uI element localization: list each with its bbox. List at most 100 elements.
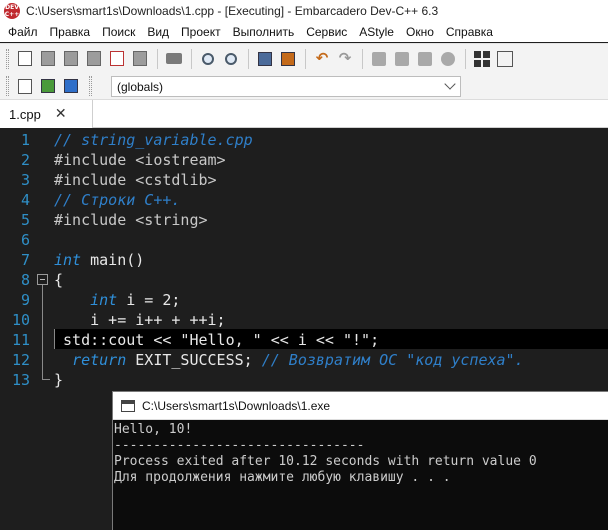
code-line[interactable]: 11 std::cout << "Hello, " << i << "!"; — [0, 330, 608, 350]
console-window[interactable]: C:\Users\smart1s\Downloads\1.exe Hello, … — [112, 391, 608, 530]
toolbar-separator — [465, 48, 466, 69]
menu-edit[interactable]: Правка — [44, 25, 97, 39]
find-icon — [202, 52, 214, 65]
code-line[interactable]: 5 #include <string> — [0, 210, 608, 230]
devcpp-app-icon[interactable]: DEV C++ — [4, 3, 20, 19]
code-token: #include <string> — [54, 211, 208, 229]
fold-collapse-icon[interactable] — [37, 274, 48, 285]
save-all-button[interactable] — [83, 48, 105, 70]
code-token: #include <cstdlib> — [54, 171, 217, 189]
scope-dropdown[interactable]: (globals) — [111, 76, 461, 97]
line-number: 11 — [11, 331, 30, 349]
code-text: std::cout << "Hello, " << i << "!"; — [54, 330, 379, 350]
indent-button[interactable] — [254, 48, 276, 70]
undo-button[interactable]: ↶ — [311, 48, 333, 70]
menu-help[interactable]: Справка — [440, 25, 499, 39]
menu-astyle[interactable]: AStyle — [353, 25, 400, 39]
line-number: 9 — [20, 291, 30, 309]
code-line[interactable]: 10 i += i++ + ++i; — [0, 310, 608, 330]
close-all-button[interactable] — [129, 48, 151, 70]
remove-from-project-icon — [64, 79, 78, 93]
add-to-project-icon — [41, 79, 55, 93]
line-number: 4 — [20, 191, 30, 209]
code-line[interactable]: 1 // string_variable.cpp — [0, 130, 608, 150]
compile-icon — [372, 51, 386, 66]
code-token: #include <iostream> — [54, 151, 226, 169]
code-line[interactable]: 4 // Строки С++. — [0, 190, 608, 210]
toolbar-grip[interactable] — [6, 48, 9, 69]
line-number: 1 — [20, 131, 30, 149]
add-to-project-button[interactable] — [37, 75, 59, 97]
menu-execute[interactable]: Выполнить — [227, 25, 301, 39]
new-file-button[interactable] — [14, 48, 36, 70]
menu-window[interactable]: Окно — [400, 25, 440, 39]
code-token: main() — [81, 251, 145, 269]
compile-button[interactable] — [368, 48, 390, 70]
code-line[interactable]: 9 int i = 2; — [0, 290, 608, 310]
code-text: i += i++ + ++i; — [54, 310, 226, 330]
layout-grid-button[interactable] — [471, 48, 493, 70]
compile-run-icon — [418, 51, 432, 66]
close-icon[interactable]: ✕ — [55, 106, 67, 122]
window-title: C:\Users\smart1s\Downloads\1.cpp - [Exec… — [26, 4, 439, 18]
debug-button[interactable] — [437, 48, 459, 70]
run-button[interactable] — [391, 48, 413, 70]
code-line[interactable]: 3 #include <cstdlib> — [0, 170, 608, 190]
toolbar-grip[interactable] — [6, 76, 9, 96]
redo-button[interactable]: ↷ — [334, 48, 356, 70]
menu-file[interactable]: Файл — [2, 25, 44, 39]
tab-label: 1.cpp — [9, 106, 41, 122]
goto-line-button[interactable] — [277, 48, 299, 70]
code-line[interactable]: 2 #include <iostream> — [0, 150, 608, 170]
toolbar-grip[interactable] — [89, 76, 92, 96]
code-text: int main() — [54, 250, 144, 270]
layout-outline-button[interactable] — [494, 48, 516, 70]
line-number: 12 — [11, 351, 30, 369]
code-line[interactable]: 6 — [0, 230, 608, 250]
close-file-button[interactable] — [106, 48, 128, 70]
code-line[interactable]: 7 int main() — [0, 250, 608, 270]
code-token: int — [54, 251, 82, 269]
code-text: { — [54, 270, 63, 290]
compile-run-button[interactable] — [414, 48, 436, 70]
code-text: } — [54, 370, 63, 390]
save-button[interactable] — [60, 48, 82, 70]
code-line[interactable]: 13} — [0, 370, 608, 390]
close-file-icon — [110, 51, 124, 66]
redo-icon: ↷ — [338, 49, 352, 67]
code-token: std::cout << "Hello, " << i << "!"; — [54, 331, 380, 349]
chevron-down-icon — [444, 78, 456, 90]
toolbar-separator — [191, 48, 192, 69]
line-number: 13 — [11, 371, 30, 389]
tab-1-cpp[interactable]: 1.cpp ✕ — [0, 100, 93, 128]
code-line[interactable]: 12 return EXIT_SUCCESS; // Возвратим ОС … — [0, 350, 608, 370]
code-token: i += i++ + ++i; — [54, 311, 226, 329]
code-text: int i = 2; — [54, 290, 180, 310]
replace-button[interactable] — [220, 48, 242, 70]
run-icon — [395, 51, 409, 66]
scope-dropdown-value: (globals) — [117, 79, 164, 94]
title-bar: DEV C++ C:\Users\smart1s\Downloads\1.cpp… — [0, 0, 608, 22]
open-file-button[interactable] — [37, 48, 59, 70]
toolbar-separator — [362, 48, 363, 69]
line-number: 10 — [11, 311, 30, 329]
code-token: int — [90, 291, 118, 309]
menu-search[interactable]: Поиск — [96, 25, 141, 39]
console-title: C:\Users\smart1s\Downloads\1.exe — [142, 398, 331, 413]
class-browser-button[interactable] — [14, 75, 36, 97]
code-text: #include <string> — [54, 210, 208, 230]
menu-view[interactable]: Вид — [141, 25, 175, 39]
console-output[interactable]: Hello, 10! -----------------------------… — [113, 420, 608, 486]
code-text: // Строки С++. — [54, 190, 180, 210]
console-title-bar[interactable]: C:\Users\smart1s\Downloads\1.exe — [113, 392, 608, 420]
toolbar-separator — [305, 48, 306, 69]
remove-from-project-button[interactable] — [60, 75, 82, 97]
print-button[interactable] — [163, 48, 185, 70]
menu-tools[interactable]: Сервис — [300, 25, 353, 39]
line-number: 6 — [20, 231, 30, 249]
find-button[interactable] — [197, 48, 219, 70]
code-line[interactable]: 8{ — [0, 270, 608, 290]
menu-project[interactable]: Проект — [175, 25, 227, 39]
open-file-icon — [41, 51, 55, 66]
